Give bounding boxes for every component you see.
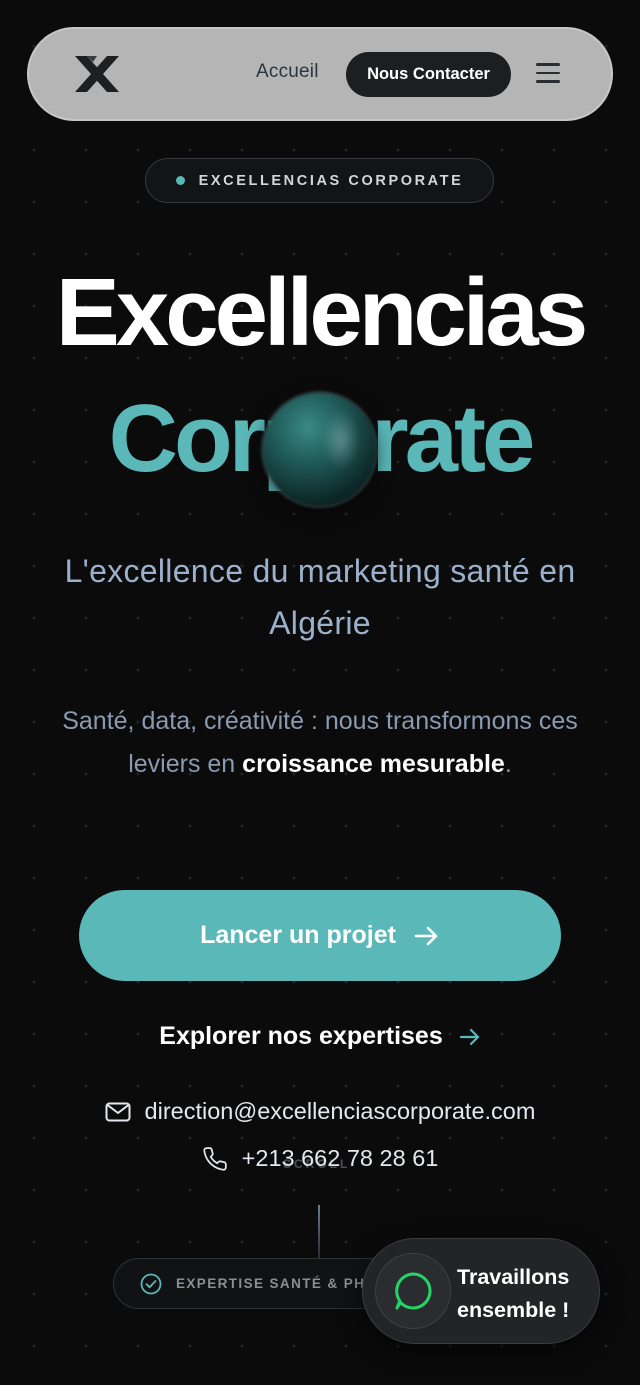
whatsapp-label: Travaillons ensemble ! <box>457 1261 597 1327</box>
page: Accueil Nous Contacter EXCELLENCIAS CORP… <box>0 0 640 1385</box>
hamburger-menu-icon[interactable] <box>536 63 560 85</box>
explore-label: Explorer nos expertises <box>159 1022 443 1050</box>
arrow-right-icon <box>459 1028 479 1045</box>
contact-button[interactable]: Nous Contacter <box>346 52 511 97</box>
badge-label: EXCELLENCIAS CORPORATE <box>198 172 464 189</box>
description-period: . <box>504 750 512 778</box>
launch-project-button[interactable]: Lancer un projet <box>79 890 561 981</box>
top-navbar: Accueil Nous Contacter <box>27 27 613 121</box>
launch-project-label: Lancer un projet <box>200 921 396 949</box>
whatsapp-icon-wrapper <box>375 1253 451 1329</box>
hero-title-line1: Excellencias <box>55 259 588 366</box>
whatsapp-label-line2: ensemble ! <box>457 1298 570 1322</box>
phone-icon <box>203 1146 227 1171</box>
expertise-chip: EXPERTISE SANTÉ & PHARMA <box>113 1258 403 1309</box>
whatsapp-floating-button[interactable]: Travaillons ensemble ! <box>362 1238 600 1344</box>
decorative-orb <box>263 393 376 506</box>
mail-icon <box>105 1102 131 1121</box>
orb-highlight <box>322 410 360 470</box>
nav-link-home[interactable]: Accueil <box>256 61 319 83</box>
email-text: direction@excellenciascorporate.com <box>144 1098 536 1124</box>
x-logo-icon[interactable] <box>73 54 121 94</box>
whatsapp-label-line1: Travaillons <box>457 1265 570 1289</box>
whatsapp-icon <box>395 1272 432 1310</box>
brand-badge: EXCELLENCIAS CORPORATE <box>145 158 494 203</box>
arrow-right-icon <box>414 926 438 945</box>
hero-description: Santé, data, créativité : nous transform… <box>60 700 580 786</box>
check-circle-icon <box>140 1273 162 1294</box>
explore-expertises-link[interactable]: Explorer nos expertises <box>0 1022 640 1051</box>
description-highlight: croissance mesurable <box>242 750 505 778</box>
hero-subtitle: L'excellence du marketing santé en Algér… <box>64 553 576 641</box>
scroll-hint: SCROLL <box>283 1157 351 1171</box>
status-dot <box>175 176 185 185</box>
email-link[interactable]: direction@excellenciascorporate.com <box>0 1098 640 1125</box>
